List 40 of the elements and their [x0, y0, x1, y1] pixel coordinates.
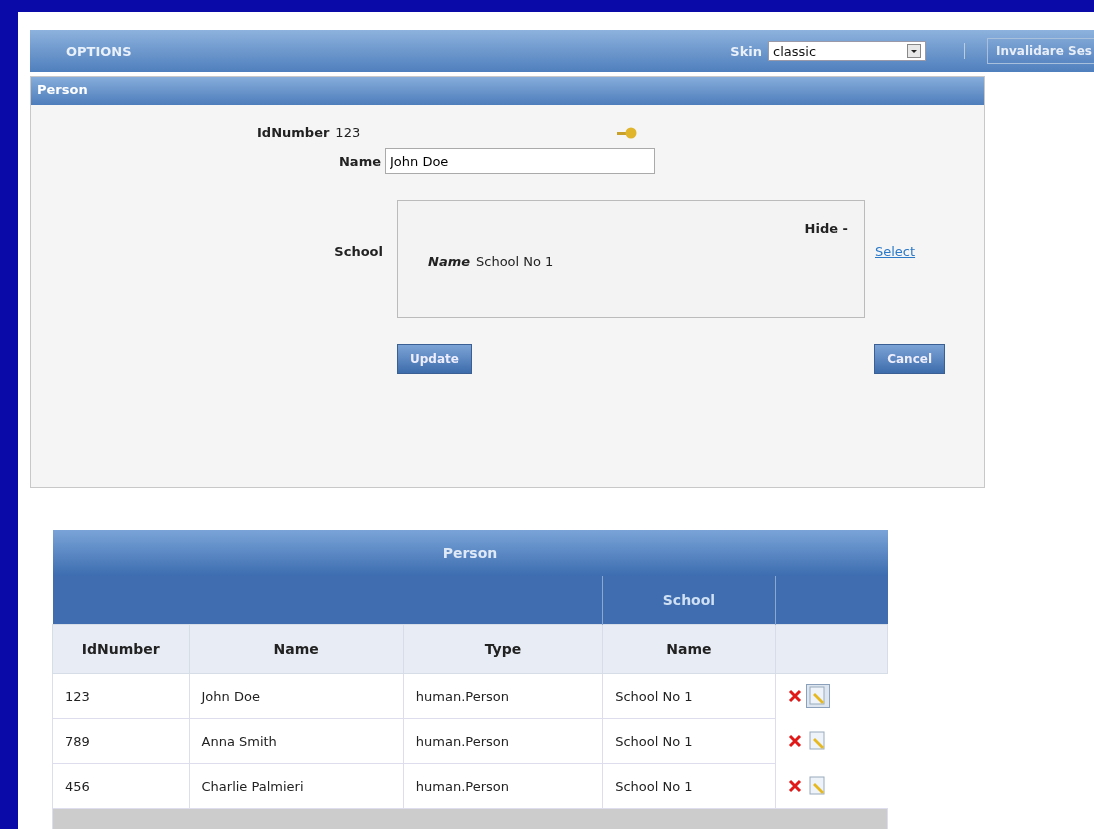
column-header: Name — [602, 624, 776, 674]
table-cell: School No 1 — [602, 763, 776, 809]
table-title: Person — [52, 530, 888, 576]
column-group-header: School — [602, 576, 776, 625]
delete-icon[interactable] — [787, 689, 802, 703]
table-cell: 123 — [52, 673, 189, 719]
column-header: IdNumber — [52, 624, 189, 674]
skin-dropdown[interactable]: classic — [768, 41, 926, 61]
field-label: Name — [428, 254, 470, 269]
column-header: Name — [189, 624, 404, 674]
select-link[interactable]: Select — [875, 243, 916, 259]
skin-label: Skin — [730, 43, 762, 59]
table-cell: Charlie Palmieri — [189, 763, 404, 809]
key-icon — [616, 126, 639, 139]
edit-icon[interactable] — [805, 684, 830, 708]
invalidate-session-button[interactable]: Invalidare Ses — [987, 38, 1094, 64]
table-cell: School No 1 — [602, 673, 776, 719]
name-field[interactable]: John Doe — [385, 148, 655, 174]
caret-icon — [907, 44, 921, 58]
table-cell: Anna Smith — [189, 718, 404, 764]
field-label: IdNumber — [257, 125, 330, 140]
table-cell: John Doe — [189, 673, 404, 719]
hide-link[interactable]: Hide - — [804, 221, 848, 236]
table-cell: 456 — [52, 763, 189, 809]
panel-title: Person — [31, 77, 984, 105]
update-button[interactable]: Update — [397, 344, 472, 374]
field-value: 123 — [335, 125, 361, 140]
delete-icon[interactable] — [787, 778, 802, 793]
delete-icon[interactable] — [787, 733, 802, 748]
field-value: School No 1 — [476, 254, 554, 269]
table-cell: human.Person — [403, 673, 603, 719]
table-cell: School No 1 — [602, 718, 776, 764]
column-header: Type — [403, 624, 603, 674]
cancel-button[interactable]: Cancel — [874, 344, 945, 374]
table-cell: human.Person — [403, 718, 603, 764]
options-title: OPTIONS — [66, 43, 132, 59]
field-label: Name — [338, 153, 381, 169]
table-cell: human.Person — [403, 763, 603, 809]
table-cell: 789 — [52, 718, 189, 764]
field-label: School — [333, 243, 383, 259]
